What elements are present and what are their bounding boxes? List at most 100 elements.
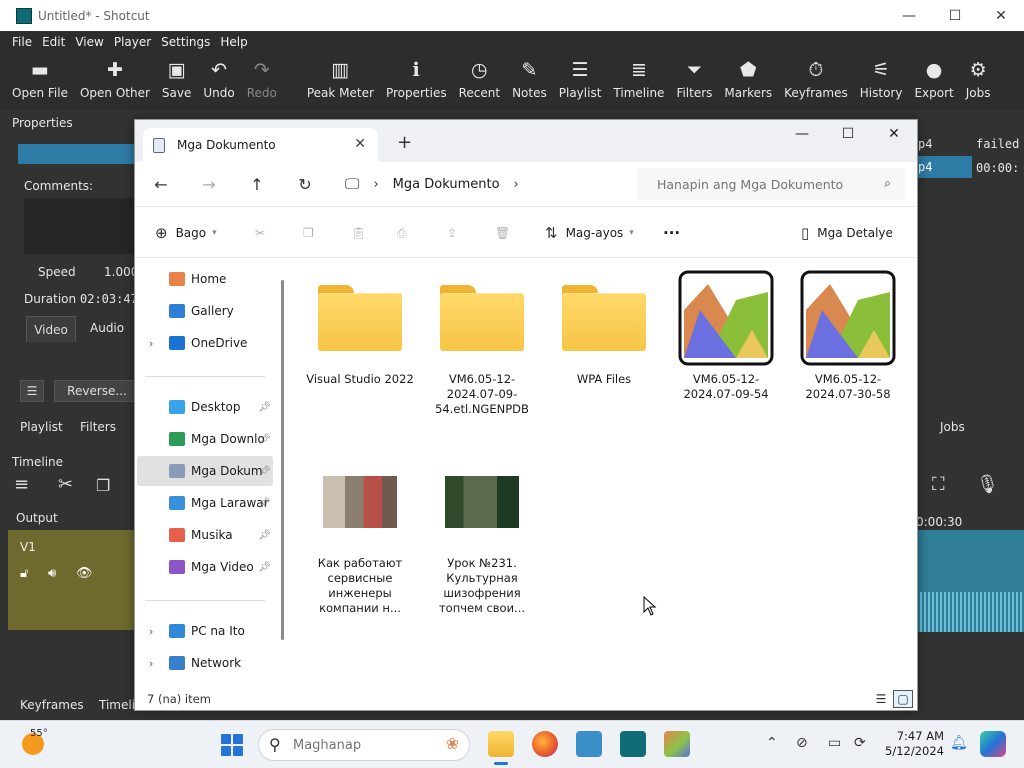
taskbar-search[interactable]: ⚲ ❀ (258, 729, 470, 761)
copy-icon[interactable]: ❐ (303, 219, 314, 247)
menu-edit[interactable]: Edit (42, 35, 65, 49)
details-button[interactable]: ▯ Mga Detalye (801, 219, 893, 247)
more-options-button[interactable]: ··· (663, 219, 680, 247)
toolbar-playlist-button[interactable]: ☰ Playlist (553, 53, 608, 100)
back-button[interactable]: ← (149, 172, 173, 196)
toolbar-properties-button[interactable]: ℹ Properties (380, 53, 453, 100)
breadcrumb-mga-dokumento[interactable]: Mga Dokumento (393, 177, 500, 192)
explorer-minimize-button[interactable]: — (779, 120, 825, 148)
large-icons-view-icon[interactable]: ▢ (893, 690, 913, 708)
nav-item-musika[interactable]: Musika 📌︎ (137, 520, 273, 550)
nav-item-mga-dokum[interactable]: Mga Dokum 📌︎ (137, 456, 273, 486)
shotcut-taskbar-icon[interactable] (620, 731, 646, 757)
folder-item[interactable]: VM6.05-12-2024.07-09-54.etl.NGENPDB (426, 270, 538, 417)
menu-icon[interactable]: ☰ (20, 380, 44, 402)
nav-item-network[interactable]: › Network (137, 648, 273, 678)
track-v1-header[interactable]: V1 🔓︎ 🔊︎ 👁︎ (8, 530, 140, 630)
tab-jobs[interactable]: Jobs (940, 420, 965, 434)
chevron-right-icon[interactable]: › (149, 337, 153, 350)
nav-item-pc-na-ito[interactable]: › PC na Ito (137, 616, 273, 646)
nav-item-mga-larawar[interactable]: Mga Larawar 📌︎ (137, 488, 273, 518)
copilot-icon[interactable] (980, 731, 1006, 757)
menu-settings[interactable]: Settings (161, 35, 210, 49)
nav-item-onedrive[interactable]: › OneDrive (137, 328, 273, 358)
tab-video[interactable]: Video (26, 316, 76, 342)
toolbar-notes-button[interactable]: ✎ Notes (506, 53, 553, 100)
shotcut-minimize-button[interactable]: — (886, 0, 932, 31)
notification-bell-icon[interactable]: 🔔︎ (950, 735, 968, 751)
shotcut-close-button[interactable]: ✕ (978, 0, 1024, 31)
file-item[interactable]: VM6.05-12-2024.07-09-54 (670, 270, 782, 402)
tab-keyframes[interactable]: Keyframes (20, 698, 84, 712)
explorer-close-button[interactable]: ✕ (871, 120, 917, 148)
network-offline-icon[interactable]: ⊘ (796, 735, 808, 751)
tab-close-icon[interactable]: ✕ (354, 136, 366, 152)
timeline-menu-icon[interactable]: ≡ (14, 474, 29, 495)
toolbar-save-button[interactable]: ▣ Save (156, 53, 197, 100)
nav-item-gallery[interactable]: Gallery (137, 296, 273, 326)
shotcut-maximize-button[interactable]: ☐ (932, 0, 978, 31)
record-audio-icon[interactable]: 🎙︎ (976, 474, 999, 495)
cut-icon[interactable]: ✂ (58, 474, 73, 495)
tab-playlist[interactable]: Playlist (20, 420, 63, 434)
lock-icon[interactable]: 🔓︎ (20, 566, 28, 581)
tab-filters[interactable]: Filters (80, 420, 116, 434)
chevron-right-icon[interactable]: › (514, 177, 519, 192)
toolbar-jobs-button[interactable]: ⚙ Jobs (960, 53, 997, 100)
nav-item-home[interactable]: Home (137, 264, 273, 294)
search-input[interactable] (657, 176, 857, 192)
toolbar-keyframes-button[interactable]: ⏱ Keyframes (778, 53, 854, 100)
delete-icon[interactable]: 🗑︎ (495, 219, 510, 247)
eye-icon[interactable]: 👁︎ (76, 566, 93, 581)
toolbar-peak-meter-button[interactable]: ▥ Peak Meter (301, 53, 380, 100)
clock[interactable]: 7:47 AM 5/12/2024 (884, 729, 944, 759)
folder-item[interactable]: Visual Studio 2022 (304, 270, 416, 387)
toolbar-filters-button[interactable]: ⏷ Filters (670, 53, 718, 100)
menu-help[interactable]: Help (220, 35, 247, 49)
forward-button[interactable]: → (197, 172, 221, 196)
taskbar-search-input[interactable] (293, 737, 413, 753)
file-item[interactable]: VM6.05-12-2024.07-30-58 (792, 270, 904, 402)
new-button[interactable]: ⊕ Bago ▾ (155, 219, 217, 247)
sort-button[interactable]: ⇅ Mag-ayos ▾ (545, 219, 634, 247)
reverse-button[interactable]: Reverse... (54, 380, 140, 402)
display-icon[interactable]: ▭ (828, 735, 841, 751)
file-item[interactable]: Как работают сервисные инженеры компании… (304, 454, 416, 616)
nav-scrollbar[interactable] (281, 280, 284, 640)
tab-timeline[interactable]: Timeli (99, 698, 135, 712)
nav-item-mga-downlo[interactable]: Mga Downlo 📌︎ (137, 424, 273, 454)
wpa-icon[interactable] (664, 731, 690, 757)
toolbar-redo-button[interactable]: ↷ Redo (241, 53, 283, 100)
share-icon[interactable]: ⇪ (447, 219, 457, 247)
menu-file[interactable]: File (12, 35, 32, 49)
cut-icon[interactable]: ✂ (255, 219, 265, 247)
duration-value[interactable]: 02:03:47 (80, 292, 138, 306)
toolbar-recent-button[interactable]: ◷ Recent (453, 53, 506, 100)
chevron-right-icon[interactable]: › (149, 625, 153, 638)
temperature[interactable]: 55° (30, 728, 48, 739)
zoom-fit-icon[interactable]: ⛶ (932, 474, 945, 495)
address-bar[interactable]: 🖵︎ › Mga Dokumento › (339, 168, 629, 200)
folder-item[interactable]: WPA Files (548, 270, 660, 387)
search-icon[interactable]: ⌕ (884, 176, 891, 191)
nav-item-mga-video[interactable]: Mga Video 📌︎ (137, 552, 273, 582)
firefox-icon[interactable] (532, 731, 558, 757)
copy-icon[interactable]: ❐ (96, 476, 110, 495)
chevron-right-icon[interactable]: › (373, 177, 378, 192)
toolbar-open-other-button[interactable]: ✚ Open Other (74, 53, 156, 100)
nav-item-desktop[interactable]: Desktop 📌︎ (137, 392, 273, 422)
chevron-right-icon[interactable]: › (149, 657, 153, 670)
refresh-button[interactable]: ↻ (293, 172, 317, 196)
tab-mga-dokumento[interactable]: Mga Dokumento ✕ (143, 128, 378, 162)
details-view-icon[interactable]: ☰ (871, 690, 891, 708)
new-tab-button[interactable]: + (397, 132, 412, 153)
comments-field[interactable] (24, 198, 136, 254)
toolbar-timeline-button[interactable]: ≣ Timeline (607, 53, 670, 100)
menu-view[interactable]: View (75, 35, 103, 49)
up-button[interactable]: ↑ (245, 172, 269, 196)
toolbar-history-button[interactable]: ⚟ History (854, 53, 909, 100)
mute-icon[interactable]: 🔊︎ (48, 566, 56, 581)
tab-audio[interactable]: Audio (90, 321, 124, 335)
toolbar-export-button[interactable]: ● Export (908, 53, 959, 100)
search-box[interactable]: ⌕ (637, 168, 905, 200)
